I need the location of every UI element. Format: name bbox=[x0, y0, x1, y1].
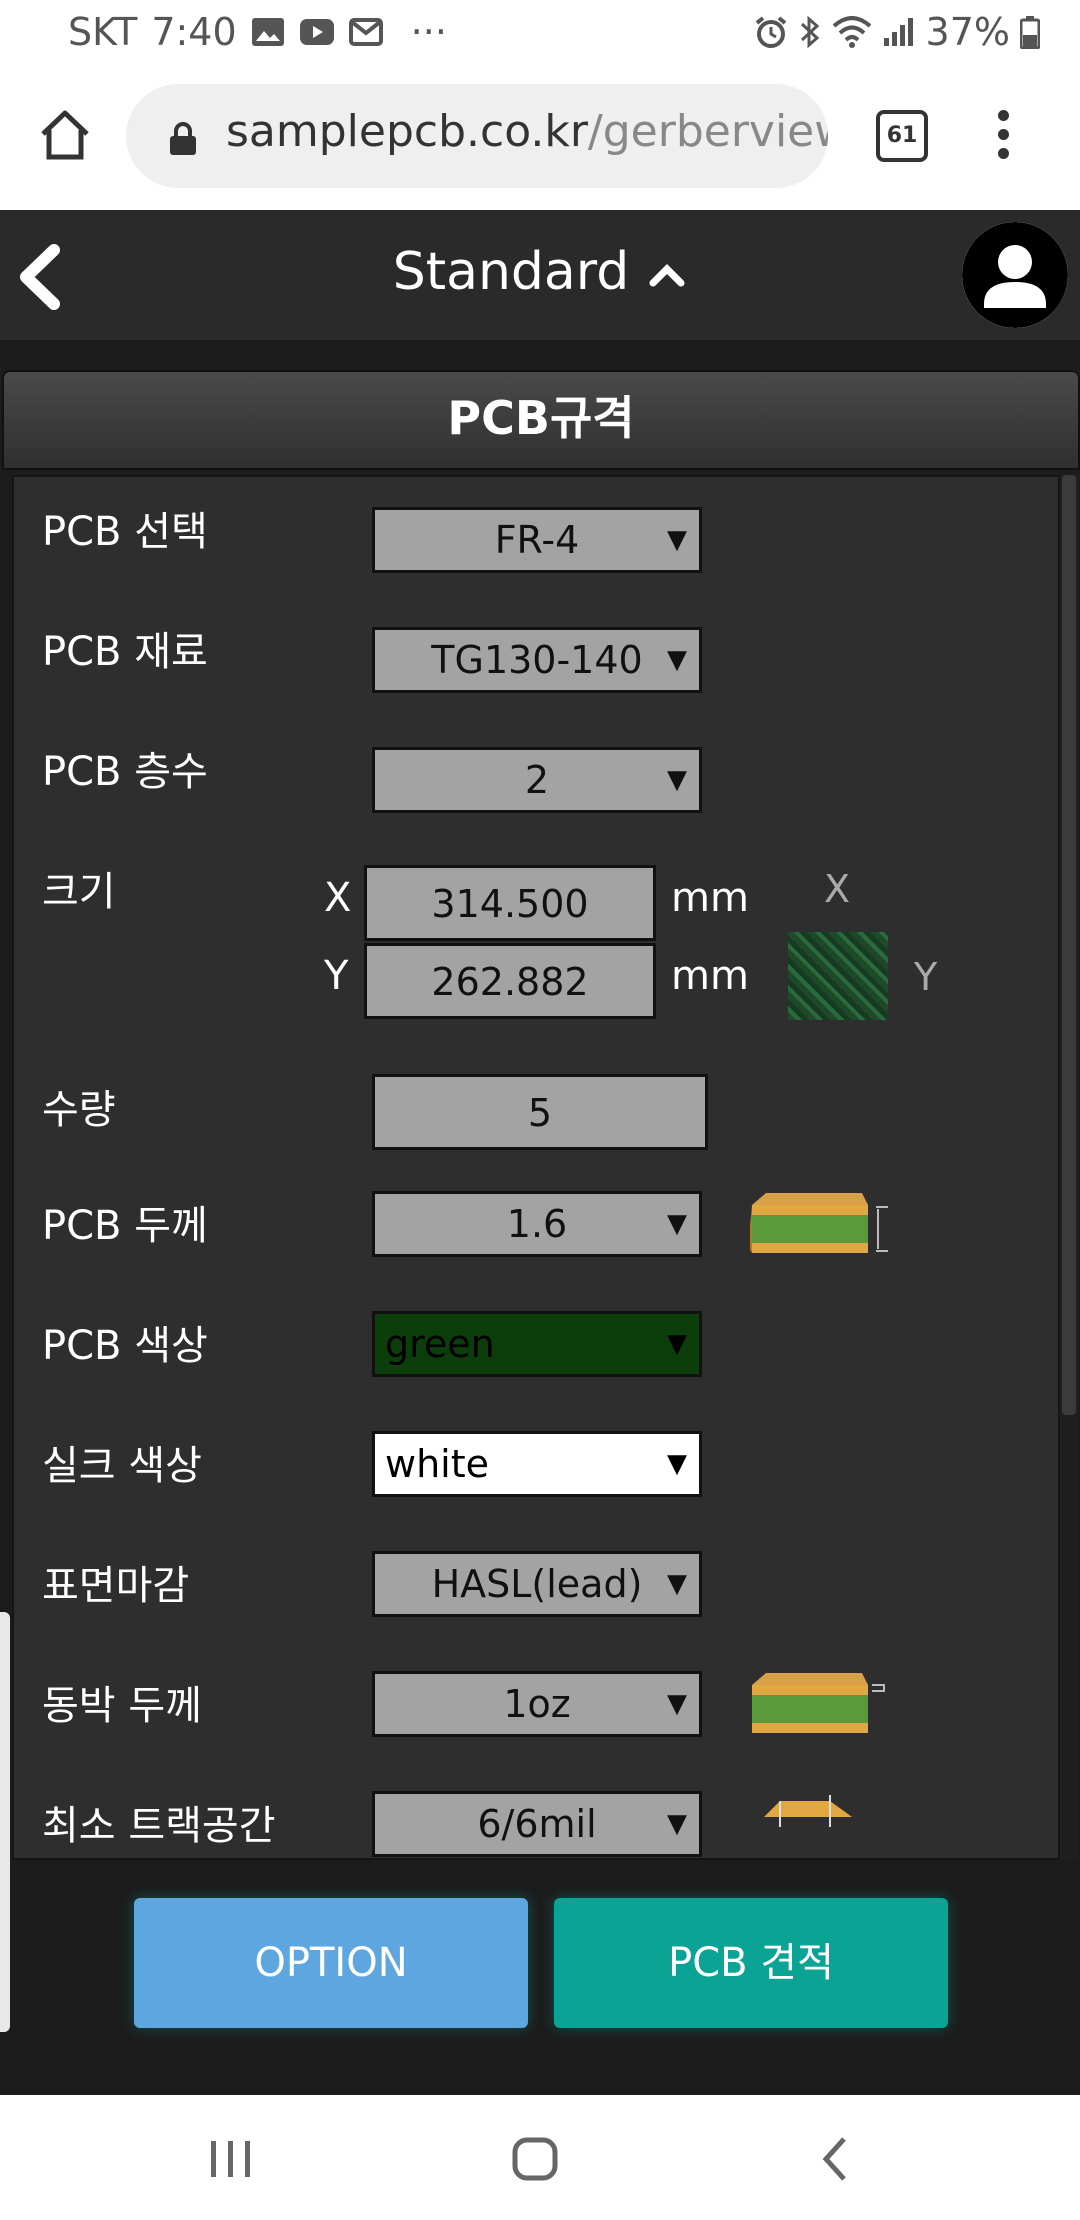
pcb-layers-value: 2 bbox=[524, 758, 550, 802]
pcb-select-dropdown[interactable]: FR-4 ▼ bbox=[372, 507, 702, 573]
signal-icon bbox=[883, 18, 913, 46]
silk-color-dropdown[interactable]: white ▼ bbox=[372, 1431, 702, 1497]
pcb-layers-label: PCB 층수 bbox=[42, 749, 208, 795]
dropdown-arrow-icon: ▼ bbox=[667, 1329, 687, 1359]
bluetooth-icon bbox=[800, 15, 819, 49]
wifi-icon bbox=[832, 16, 871, 48]
pcb-spec-panel: PCB규격 PCB 선택 FR-4 ▼ PCB 재료 TG130-140 ▼ PCB… bbox=[0, 340, 1080, 2095]
pcb-material-dropdown[interactable]: TG130-140 ▼ bbox=[372, 627, 702, 693]
pcb-material-label: PCB 재료 bbox=[42, 629, 208, 675]
url-text: samplepcb.co.kr/gerberview bbox=[226, 106, 828, 157]
track-spacing-icon bbox=[764, 1795, 852, 1827]
battery-percent: 37% bbox=[925, 10, 1010, 54]
dropdown-arrow-icon: ▼ bbox=[667, 645, 687, 675]
pcb-layers-dropdown[interactable]: 2 ▼ bbox=[372, 747, 702, 813]
edge-panel-handle[interactable] bbox=[0, 1612, 10, 2032]
surface-finish-value: HASL(lead) bbox=[431, 1562, 643, 1606]
pcb-thickness-value: 1.6 bbox=[506, 1202, 568, 1246]
home-icon[interactable] bbox=[38, 108, 92, 162]
quantity-label: 수량 bbox=[42, 1087, 116, 1133]
board-thickness-icon bbox=[750, 1193, 888, 1253]
option-button[interactable]: OPTION bbox=[134, 1898, 528, 2028]
quantity-input[interactable]: 5 bbox=[372, 1074, 708, 1150]
silk-color-label: 실크 색상 bbox=[42, 1443, 202, 1489]
battery-icon bbox=[1020, 16, 1040, 49]
browser-toolbar: samplepcb.co.kr/gerberview 61 bbox=[0, 70, 1080, 210]
pcb-select-label: PCB 선택 bbox=[42, 509, 208, 555]
panel-title: PCB규격 bbox=[2, 370, 1080, 470]
dropdown-arrow-icon: ▼ bbox=[667, 1209, 687, 1239]
spec-form: PCB 선택 FR-4 ▼ PCB 재료 TG130-140 ▼ PCB 층수 2 ▼… bbox=[12, 475, 1060, 1860]
pcb-color-label: PCB 색상 bbox=[42, 1323, 208, 1369]
carrier: SKT bbox=[68, 10, 138, 54]
pcb-color-value: green bbox=[385, 1322, 495, 1366]
pcb-preview-thumbnail bbox=[788, 932, 888, 1020]
address-bar[interactable]: samplepcb.co.kr/gerberview bbox=[126, 84, 828, 188]
pcb-select-value: FR-4 bbox=[494, 518, 580, 562]
scrollbar-thumb[interactable] bbox=[1062, 475, 1076, 1415]
page-title: Standard bbox=[392, 242, 630, 302]
dropdown-arrow-icon: ▼ bbox=[667, 765, 687, 795]
user-icon bbox=[962, 222, 1068, 328]
size-label: 크기 bbox=[42, 869, 116, 915]
url-domain: samplepcb.co.kr bbox=[226, 106, 588, 157]
user-avatar-button[interactable] bbox=[962, 222, 1068, 328]
more-notifications: ··· bbox=[410, 10, 447, 54]
copper-thickness-icon bbox=[752, 1673, 885, 1733]
status-bar: SKT 7:40 ··· 37% bbox=[0, 0, 1080, 70]
min-track-value: 6/6mil bbox=[477, 1802, 597, 1846]
clock: 7:40 bbox=[151, 10, 237, 54]
app-header: Standard bbox=[0, 210, 1080, 340]
surface-finish-label: 표면마감 bbox=[42, 1563, 190, 1609]
dropdown-arrow-icon: ▼ bbox=[667, 1449, 687, 1479]
surface-finish-dropdown[interactable]: HASL(lead) ▼ bbox=[372, 1551, 702, 1617]
dropdown-arrow-icon: ▼ bbox=[667, 1569, 687, 1599]
size-x-axis-label: X bbox=[324, 875, 352, 921]
system-nav-bar bbox=[0, 2095, 1080, 2220]
tab-switcher-button[interactable]: 61 bbox=[876, 110, 928, 162]
copper-thickness-label: 동박 두께 bbox=[42, 1683, 202, 1729]
min-track-label: 최소 트랙공간 bbox=[42, 1803, 276, 1849]
copper-thickness-value: 1oz bbox=[503, 1682, 571, 1726]
size-y-input[interactable]: 262.882 bbox=[364, 943, 656, 1019]
dropdown-arrow-icon: ▼ bbox=[667, 1689, 687, 1719]
preview-y-label: Y bbox=[914, 955, 938, 999]
pcb-color-dropdown[interactable]: green ▼ bbox=[372, 1311, 702, 1377]
pcb-thickness-dropdown[interactable]: 1.6 ▼ bbox=[372, 1191, 702, 1257]
pcb-quote-button[interactable]: PCB 견적 bbox=[554, 1898, 948, 2028]
chevron-up-icon bbox=[649, 264, 685, 287]
url-path: /gerberview bbox=[587, 106, 828, 157]
dropdown-arrow-icon: ▼ bbox=[667, 1809, 687, 1839]
preview-x-label: X bbox=[824, 867, 851, 911]
min-track-dropdown[interactable]: 6/6mil ▼ bbox=[372, 1791, 702, 1857]
copper-thickness-dropdown[interactable]: 1oz ▼ bbox=[372, 1671, 702, 1737]
mail-icon bbox=[348, 18, 383, 46]
browser-menu-button[interactable] bbox=[998, 110, 1010, 167]
lock-icon bbox=[170, 122, 196, 155]
size-x-unit: mm bbox=[671, 875, 749, 921]
youtube-icon bbox=[299, 19, 334, 45]
pcb-material-value: TG130-140 bbox=[431, 638, 643, 682]
size-y-axis-label: Y bbox=[324, 953, 349, 999]
action-bar: OPTION PCB 견적 bbox=[0, 1860, 1080, 2028]
size-y-unit: mm bbox=[671, 953, 749, 999]
recent-apps-icon[interactable] bbox=[208, 2139, 254, 2179]
home-button-icon[interactable] bbox=[512, 2137, 558, 2181]
size-x-input[interactable]: 314.500 bbox=[364, 865, 656, 941]
alarm-icon bbox=[755, 16, 786, 48]
silk-color-value: white bbox=[385, 1442, 489, 1486]
dropdown-arrow-icon: ▼ bbox=[667, 525, 687, 555]
back-nav-icon[interactable] bbox=[820, 2135, 850, 2183]
header-title-toggle[interactable]: Standard bbox=[0, 242, 1080, 302]
gallery-icon bbox=[251, 18, 284, 46]
pcb-thickness-label: PCB 두께 bbox=[42, 1203, 208, 1249]
